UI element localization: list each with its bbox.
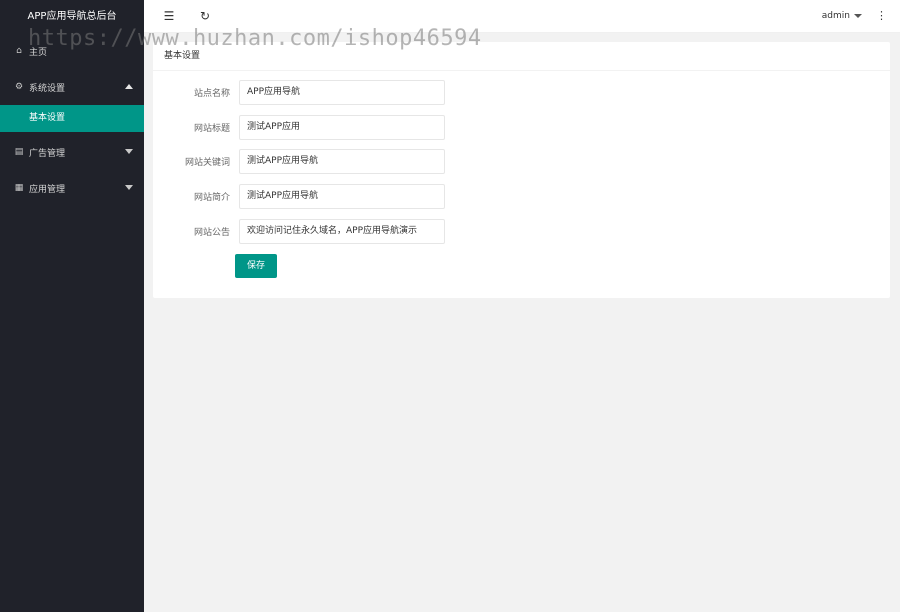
form-row-notice: 网站公告 欢迎访问记住永久域名，APP应用导航演示 [153,219,445,244]
sidebar-item-label: 主页 [29,47,48,58]
field-label: 站点名称 [193,89,230,99]
caret-down-icon [854,14,862,18]
form-row-description: 网站简介 测试APP应用导航 [153,184,445,209]
chevron-down-icon [125,149,133,154]
user-menu[interactable]: admin [822,11,862,21]
sidebar-subitem-basic-settings[interactable]: 基本设置 [0,105,144,132]
settings-card: 基本设置 站点名称 APP应用导航 网站标题 测试APP应用 网站关键词 测试A… [153,42,890,298]
gear-icon: ⚙ [14,82,24,92]
site-title-input[interactable]: 测试APP应用 [239,115,445,140]
user-name: admin [821,11,850,21]
sidebar-item-label: 应用管理 [29,184,66,195]
sidebar-item-home[interactable]: ⌂ 主页 [0,33,144,69]
sidebar-item-label: 系统设置 [29,83,66,94]
field-label: 网站标题 [193,124,230,134]
home-icon: ⌂ [16,46,22,56]
save-button[interactable]: 保存 [235,254,277,278]
field-label: 网站关键词 [184,158,230,168]
chevron-down-icon [125,185,133,190]
keywords-input[interactable]: 测试APP应用导航 [239,149,445,174]
description-input[interactable]: 测试APP应用导航 [239,184,445,209]
form-row-site-title: 网站标题 测试APP应用 [153,115,445,140]
sidebar-item-ad-management[interactable]: ▤ 广告管理 [0,134,144,170]
form-row-keywords: 网站关键词 测试APP应用导航 [153,149,445,174]
top-header: ☰ ↻ admin ⋮ [144,0,900,33]
form-row-site-name: 站点名称 APP应用导航 [153,80,445,105]
app-icon: ▦ [14,183,24,193]
more-vertical-icon[interactable]: ⋮ [876,9,887,22]
sidebar-item-app-management[interactable]: ▦ 应用管理 [0,170,144,206]
sidebar-item-label: 广告管理 [29,148,66,159]
notice-input[interactable]: 欢迎访问记住永久域名，APP应用导航演示 [239,219,445,244]
sidebar: APP应用导航总后台 ⌂ 主页 ⚙ 系统设置 基本设置 ▤ 广告管理 ▦ 应用管… [0,0,144,612]
app-title: APP应用导航总后台 [0,0,144,33]
menu-fold-icon[interactable]: ☰ [162,9,176,23]
refresh-icon[interactable]: ↻ [198,9,212,23]
chevron-up-icon [125,84,133,89]
field-label: 网站简介 [193,193,230,203]
ad-icon: ▤ [14,147,24,157]
site-name-input[interactable]: APP应用导航 [239,80,445,105]
field-label: 网站公告 [193,228,230,238]
sidebar-item-system-settings[interactable]: ⚙ 系统设置 [0,69,144,105]
card-title: 基本设置 [153,42,890,71]
